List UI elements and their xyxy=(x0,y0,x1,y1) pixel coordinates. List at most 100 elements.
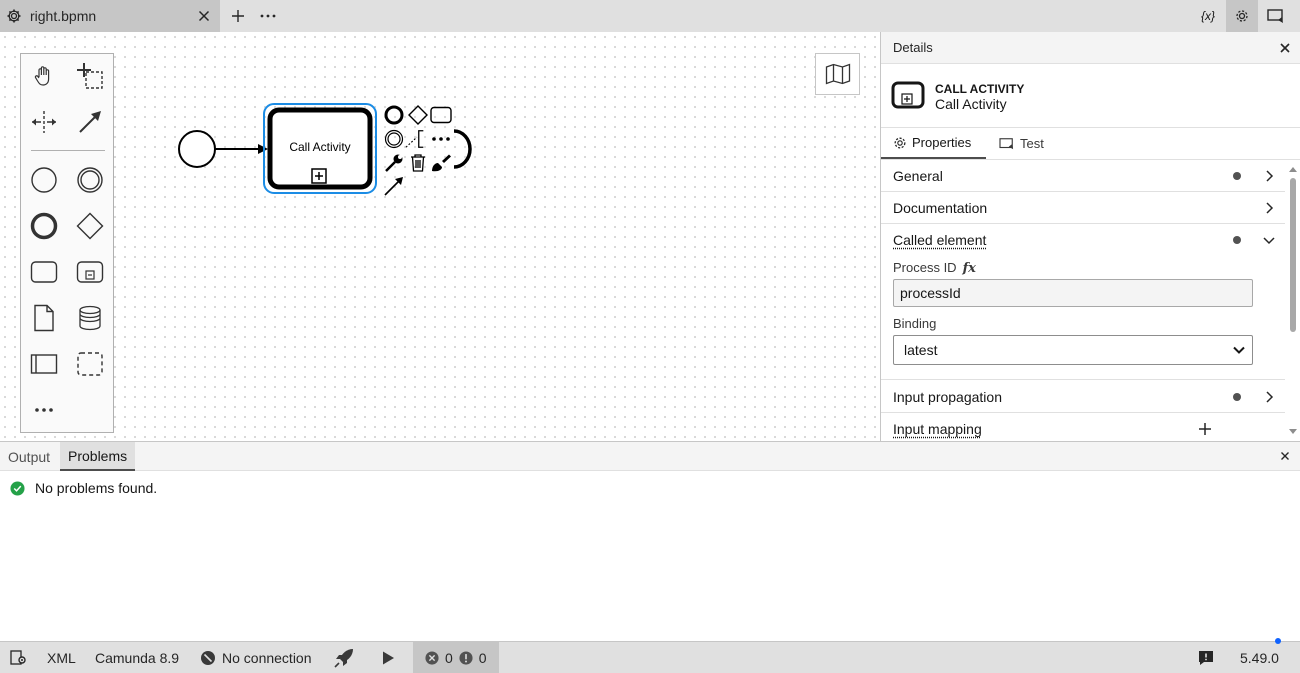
no-connection-icon xyxy=(201,650,215,665)
loop-arc-icon[interactable] xyxy=(450,128,474,170)
tab-bar: right.bpmn {x} xyxy=(0,0,1300,32)
group-called-element-label[interactable]: Called element xyxy=(893,232,986,248)
connection-status[interactable]: No connection xyxy=(200,642,312,673)
more-tabs-button[interactable] xyxy=(258,6,278,26)
append-gateway-icon[interactable] xyxy=(407,104,429,126)
engine-version-button[interactable]: Camunda 8.9 xyxy=(95,642,179,673)
panel-scrollbar[interactable] xyxy=(1285,160,1300,441)
status-bar: XML Camunda 8.9 No connection 0 0 5.49.0 xyxy=(0,638,1300,673)
group-general-label: General xyxy=(893,168,943,184)
append-end-event-icon[interactable] xyxy=(383,104,405,126)
more-options-icon[interactable] xyxy=(430,128,452,150)
scroll-up-icon xyxy=(1289,167,1297,172)
bpmn-diagram xyxy=(178,103,377,194)
problems-counter[interactable]: 0 0 xyxy=(413,642,499,673)
chevron-right-icon xyxy=(1261,200,1277,216)
panel-header: Details xyxy=(881,32,1300,64)
group-input-mapping[interactable]: Input mapping xyxy=(881,413,1285,441)
xml-view-button[interactable]: XML xyxy=(47,642,76,673)
success-check-icon xyxy=(10,480,25,496)
call-activity-icon xyxy=(891,81,925,109)
element-type: CALL ACTIVITY xyxy=(935,82,1025,96)
file-settings-icon[interactable] xyxy=(10,642,28,673)
has-data-indicator xyxy=(1233,236,1241,244)
element-name: Call Activity xyxy=(935,96,1007,112)
plus-icon[interactable] xyxy=(1197,421,1213,437)
close-icon[interactable] xyxy=(1278,449,1292,463)
panel-tabs: Properties Test xyxy=(881,128,1300,160)
warning-icon xyxy=(459,650,473,665)
tab-properties-label: Properties xyxy=(912,135,972,150)
has-data-indicator xyxy=(1233,172,1241,180)
minimap-toggle[interactable] xyxy=(815,53,860,95)
warning-count: 0 xyxy=(478,649,487,666)
close-icon[interactable] xyxy=(1277,40,1293,56)
tab-properties[interactable]: Properties xyxy=(881,128,986,159)
no-problems-message: No problems found. xyxy=(10,480,157,496)
process-id-label: Process ID fx xyxy=(893,260,976,276)
properties-panel: Details CALL ACTIVITY Call Activity Prop… xyxy=(880,32,1300,441)
bpmn-canvas[interactable]: Call Activity xyxy=(0,32,880,441)
version-label[interactable]: 5.49.0 xyxy=(1240,638,1281,673)
group-called-element: Called element Process ID fx Binding late… xyxy=(881,224,1285,380)
properties-panel-toggle[interactable] xyxy=(1226,0,1258,32)
connection-status-label: No connection xyxy=(222,649,312,666)
scroll-thumb[interactable] xyxy=(1290,178,1296,332)
no-problems-text: No problems found. xyxy=(35,480,158,496)
run-play-icon[interactable] xyxy=(380,642,396,673)
append-task-icon[interactable] xyxy=(430,104,452,126)
error-count: 0 xyxy=(445,649,453,666)
log-panel: Output Problems No problems found. xyxy=(0,441,1300,641)
color-brush-icon[interactable] xyxy=(430,152,452,174)
chevron-right-icon xyxy=(1261,389,1277,405)
group-general[interactable]: General xyxy=(881,160,1285,192)
trash-icon[interactable] xyxy=(407,152,429,174)
scroll-down-icon xyxy=(1289,429,1297,434)
wrench-icon[interactable] xyxy=(383,152,405,174)
gear-icon xyxy=(6,8,22,24)
add-tab-button[interactable] xyxy=(228,6,248,26)
close-icon[interactable] xyxy=(196,8,212,24)
tab-test[interactable]: Test xyxy=(987,128,1056,159)
binding-label: Binding xyxy=(893,316,937,331)
gear-icon xyxy=(1236,10,1248,22)
tab-output[interactable]: Output xyxy=(0,442,58,471)
tab-label: right.bpmn xyxy=(30,8,97,24)
feedback-icon[interactable] xyxy=(1198,642,1214,673)
binding-select[interactable]: latest xyxy=(893,335,1253,365)
panel-layout-icon[interactable] xyxy=(1260,0,1292,32)
group-input-mapping-label: Input mapping xyxy=(893,421,982,437)
append-annotation-icon[interactable] xyxy=(405,128,427,150)
append-intermediate-event-icon[interactable] xyxy=(383,128,405,150)
has-data-indicator xyxy=(1233,393,1241,401)
element-header: CALL ACTIVITY Call Activity xyxy=(881,64,1300,128)
map-icon xyxy=(825,63,850,85)
update-available-indicator xyxy=(1274,638,1281,644)
fx-icon[interactable]: fx xyxy=(963,261,976,276)
chevron-down-icon[interactable] xyxy=(1261,232,1277,248)
file-tab[interactable]: right.bpmn xyxy=(0,0,220,32)
chevron-down-icon xyxy=(1232,343,1246,357)
version-text: 5.49.0 xyxy=(1240,649,1279,666)
tab-test-label: Test xyxy=(1020,136,1044,151)
group-documentation-label: Documentation xyxy=(893,200,988,216)
process-id-input[interactable] xyxy=(893,279,1253,307)
group-input-propagation[interactable]: Input propagation xyxy=(881,381,1285,413)
call-activity-label[interactable]: Call Activity xyxy=(268,140,372,154)
group-input-propagation-label: Input propagation xyxy=(893,389,1002,405)
variables-icon[interactable]: {x} xyxy=(1192,0,1224,32)
process-id-label-text: Process ID xyxy=(893,260,957,275)
group-documentation[interactable]: Documentation xyxy=(881,192,1285,224)
property-groups: General Documentation Called element Pro… xyxy=(881,160,1285,441)
tab-problems[interactable]: Problems xyxy=(60,442,136,471)
chevron-right-icon xyxy=(1261,168,1277,184)
test-icon xyxy=(999,137,1014,149)
binding-select-value: latest xyxy=(904,342,938,358)
panel-title: Details xyxy=(893,40,933,55)
gear-icon xyxy=(894,137,906,148)
start-event xyxy=(178,130,216,168)
deploy-rocket-icon[interactable] xyxy=(334,642,354,673)
error-icon xyxy=(425,650,439,665)
connect-arrow-icon[interactable] xyxy=(383,175,405,197)
log-tabs: Output Problems xyxy=(0,442,1300,471)
